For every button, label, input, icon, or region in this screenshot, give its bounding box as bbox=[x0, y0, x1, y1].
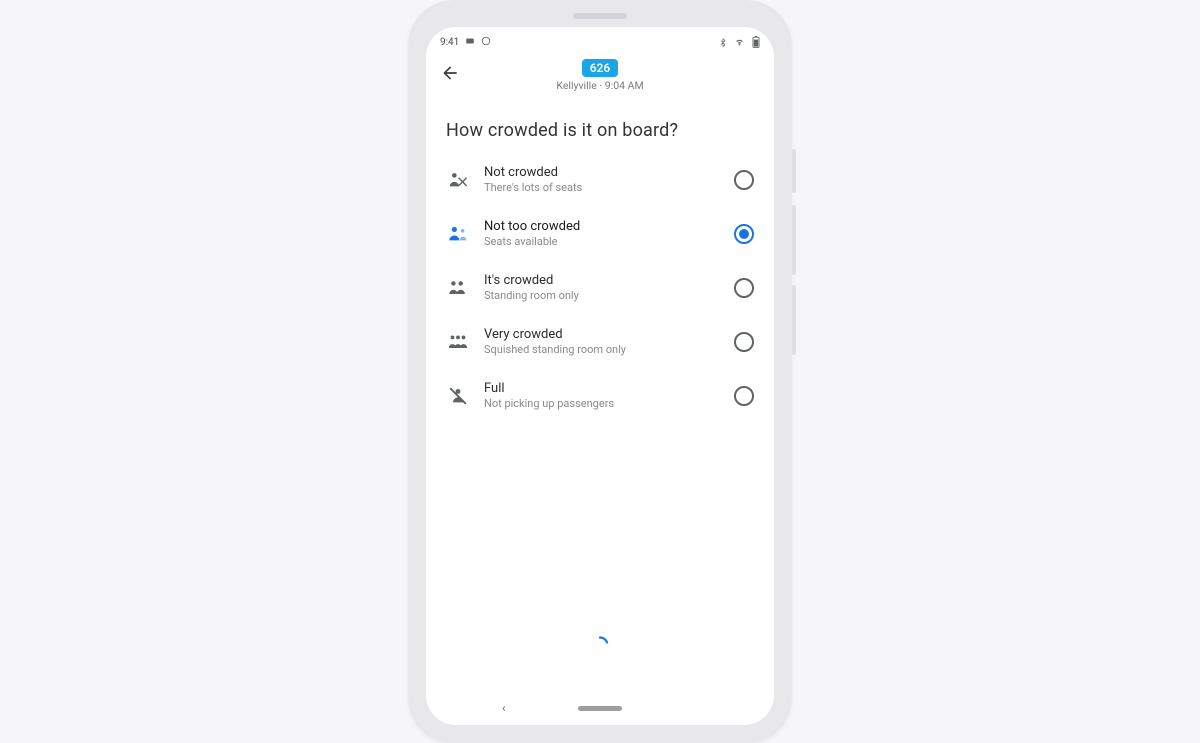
option-subtitle: There's lots of seats bbox=[484, 181, 720, 195]
route-time: 9:04 AM bbox=[605, 79, 644, 92]
radio[interactable] bbox=[734, 224, 754, 244]
phone-frame: 9:41 bbox=[408, 0, 792, 743]
option-title: Not crowded bbox=[484, 165, 720, 181]
option-text: Full Not picking up passengers bbox=[484, 381, 720, 411]
crowd-level-4-icon bbox=[446, 330, 470, 354]
back-button[interactable] bbox=[438, 63, 462, 87]
loading-spinner-icon bbox=[590, 635, 610, 655]
bluetooth-icon bbox=[719, 36, 727, 48]
option-its-crowded[interactable]: It's crowded Standing room only bbox=[444, 267, 756, 309]
arrow-left-icon bbox=[440, 63, 460, 87]
option-title: Not too crowded bbox=[484, 219, 720, 235]
route-subtitle: Kellyville · 9:04 AM bbox=[556, 79, 643, 92]
route-destination: Kellyville bbox=[556, 79, 596, 92]
option-title: It's crowded bbox=[484, 273, 720, 289]
option-not-crowded[interactable]: Not crowded There's lots of seats bbox=[444, 159, 756, 201]
status-left: 9:41 bbox=[440, 36, 491, 49]
crowd-level-1-icon bbox=[446, 168, 470, 192]
crowd-level-3-icon bbox=[446, 276, 470, 300]
status-right bbox=[719, 36, 760, 48]
header-center: 626 Kellyville · 9:04 AM bbox=[556, 59, 643, 92]
option-title: Very crowded bbox=[484, 327, 720, 343]
option-subtitle: Not picking up passengers bbox=[484, 397, 720, 411]
screen: 9:41 bbox=[426, 27, 774, 725]
volume-down-button[interactable] bbox=[792, 285, 796, 355]
question-title: How crowded is it on board? bbox=[446, 120, 756, 141]
option-text: Very crowded Squished standing room only bbox=[484, 327, 720, 357]
power-button[interactable] bbox=[792, 149, 796, 193]
route-pill: 626 bbox=[582, 59, 619, 77]
option-subtitle: Squished standing room only bbox=[484, 343, 720, 357]
option-title: Full bbox=[484, 381, 720, 397]
option-not-too-crowded[interactable]: Not too crowded Seats available bbox=[444, 213, 756, 255]
route-separator: · bbox=[597, 79, 605, 92]
nav-back-icon[interactable]: ‹ bbox=[502, 701, 506, 715]
options-list: Not crowded There's lots of seats bbox=[444, 159, 756, 417]
radio[interactable] bbox=[734, 386, 754, 406]
option-subtitle: Seats available bbox=[484, 235, 720, 249]
app-header: 626 Kellyville · 9:04 AM bbox=[426, 53, 774, 102]
system-nav-bar: ‹ bbox=[426, 691, 774, 725]
wifi-icon bbox=[733, 37, 746, 47]
option-subtitle: Standing room only bbox=[484, 289, 720, 303]
nav-home-pill[interactable] bbox=[578, 706, 622, 711]
volume-up-button[interactable] bbox=[792, 205, 796, 275]
radio[interactable] bbox=[734, 332, 754, 352]
crowd-level-2-icon bbox=[446, 222, 470, 246]
radio[interactable] bbox=[734, 170, 754, 190]
battery-icon bbox=[752, 36, 760, 48]
radio[interactable] bbox=[734, 278, 754, 298]
option-text: It's crowded Standing room only bbox=[484, 273, 720, 303]
notification-icon bbox=[465, 36, 475, 49]
status-bar: 9:41 bbox=[426, 27, 774, 53]
option-text: Not crowded There's lots of seats bbox=[484, 165, 720, 195]
content: How crowded is it on board? Not crowded … bbox=[426, 102, 774, 691]
status-time: 9:41 bbox=[440, 37, 459, 48]
crowd-level-5-icon bbox=[446, 384, 470, 408]
option-full[interactable]: Full Not picking up passengers bbox=[444, 375, 756, 417]
option-very-crowded[interactable]: Very crowded Squished standing room only bbox=[444, 321, 756, 363]
notification-icon-2 bbox=[481, 36, 491, 49]
option-text: Not too crowded Seats available bbox=[484, 219, 720, 249]
